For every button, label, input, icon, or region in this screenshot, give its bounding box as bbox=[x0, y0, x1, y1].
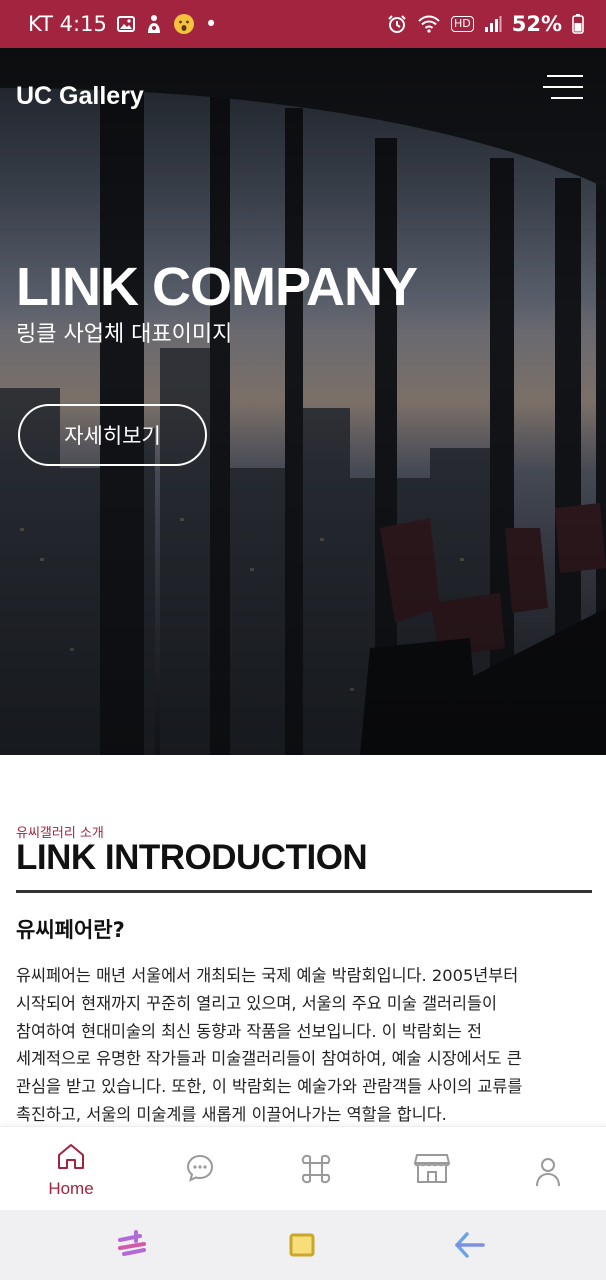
intro-line: 촉진하고, 서울의 미술계를 새롭게 이끌어나가는 역할을 합니다. bbox=[16, 1104, 447, 1124]
nav-item-profile[interactable] bbox=[488, 1127, 606, 1211]
signal-icon bbox=[484, 15, 502, 33]
intro-title: LINK INTRODUCTION bbox=[16, 838, 368, 877]
status-bar: KT 4:15 • HD 52% bbox=[0, 0, 606, 48]
nav-item-command[interactable] bbox=[256, 1127, 376, 1211]
intro-line: 참여하여 현대미술의 최신 동향과 작품을 선보입니다. 이 박람회는 전 bbox=[16, 1021, 482, 1041]
intro-line: 관심을 받고 있습니다. 또한, 이 박람회는 예술가와 관람객들 사이의 교류… bbox=[16, 1077, 523, 1097]
hero-banner: UC Gallery LINK COMPANY 링클 사업체 대표이미지 자세히… bbox=[0, 48, 606, 755]
brand-logo[interactable]: UC Gallery bbox=[16, 82, 144, 111]
hero-background-image bbox=[0, 48, 606, 755]
system-navigation-bar bbox=[0, 1210, 606, 1280]
intro-body: 유씨페어는 매년 서울에서 개최되는 국제 예술 박람회입니다. 2005년부터… bbox=[16, 962, 592, 1129]
battery-percent: 52% bbox=[511, 12, 562, 36]
user-icon bbox=[535, 1157, 561, 1191]
nav-item-home[interactable]: Home bbox=[11, 1127, 131, 1211]
emoji-notification-icon bbox=[173, 13, 195, 35]
intro-line: 시작되어 현재까지 꾸준히 열리고 있으며, 서울의 주요 미술 갤러리들이 bbox=[16, 993, 497, 1013]
hero-title: LINK COMPANY bbox=[16, 257, 418, 317]
store-icon bbox=[413, 1151, 451, 1189]
intro-line: 세계적으로 유명한 작가들과 미술갤러리들이 참여하여, 예술 시장에서도 큰 bbox=[16, 1049, 522, 1069]
back-arrow-icon[interactable] bbox=[452, 1228, 488, 1262]
alarm-icon bbox=[387, 14, 407, 34]
battery-icon bbox=[572, 14, 584, 34]
nav-label-home: Home bbox=[48, 1179, 94, 1198]
hero-subtitle: 링클 사업체 대표이미지 bbox=[16, 322, 233, 347]
section-divider bbox=[16, 890, 592, 893]
gallery-notification-icon bbox=[116, 15, 135, 33]
bottom-navigation: Home bbox=[0, 1126, 606, 1210]
chat-bubble-icon bbox=[185, 1153, 215, 1187]
status-right: HD 52% bbox=[387, 12, 584, 36]
wifi-icon bbox=[417, 14, 441, 34]
intro-line: 유씨페어는 매년 서울에서 개최되는 국제 예술 박람회입니다. 2005년부터 bbox=[16, 966, 519, 985]
intro-heading: 유씨페어란? bbox=[16, 918, 125, 942]
status-dot: • bbox=[204, 12, 218, 36]
command-icon bbox=[298, 1151, 334, 1191]
nav-item-store[interactable] bbox=[372, 1127, 492, 1211]
status-left: KT 4:15 • bbox=[28, 12, 217, 36]
carrier-time: KT 4:15 bbox=[28, 12, 107, 36]
recents-icon[interactable] bbox=[114, 1228, 150, 1262]
view-details-button[interactable]: 자세히보기 bbox=[18, 404, 207, 466]
hamburger-menu-icon[interactable] bbox=[543, 72, 585, 106]
nav-item-chat[interactable] bbox=[140, 1127, 260, 1211]
home-icon bbox=[56, 1143, 86, 1175]
hd-badge: HD bbox=[450, 16, 474, 32]
app-notification-icon bbox=[145, 14, 163, 34]
square-home-icon[interactable] bbox=[284, 1228, 320, 1262]
